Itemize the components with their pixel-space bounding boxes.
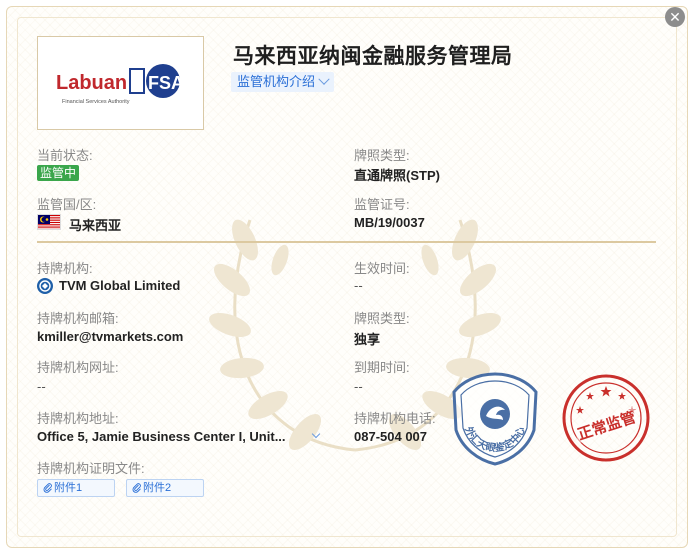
country-value: 马来西亚 (69, 218, 122, 233)
holder-label: 持牌机构: (37, 261, 93, 276)
regulator-title: 马来西亚纳闽金融服务管理局 (233, 45, 513, 68)
license-type-value: 独享 (354, 332, 381, 347)
chevron-down-icon (318, 73, 330, 85)
section-divider (37, 241, 656, 243)
holder-email-label: 持牌机构邮箱: (37, 311, 119, 326)
holder-email-value[interactable]: kmiller@tvmarkets.com (37, 329, 183, 344)
attachment-1-label: 附件1 (54, 482, 83, 494)
malaysia-flag-icon (37, 214, 61, 230)
attachment-2-button[interactable]: 附件2 (126, 479, 204, 497)
holder-address-value: Office 5, Jamie Business Center I, Unit.… (37, 429, 286, 444)
regulator-logo: Labuan FSA Financial Services Authority (37, 36, 204, 130)
attachment-1-button[interactable]: 附件1 (37, 479, 115, 497)
status-label: 当前状态: (37, 148, 93, 163)
expiry-date-label: 到期时间: (354, 360, 410, 375)
paperclip-icon (132, 483, 141, 493)
holder-phone-value: 087-504 007 (354, 429, 428, 444)
license-type-label: 牌照类型: (354, 311, 410, 326)
regulator-intro-dropdown[interactable]: 监管机构介绍 (231, 72, 335, 92)
paperclip-icon (43, 483, 52, 493)
logo-main-text: Labuan (56, 72, 127, 94)
logo-sub-text: Financial Services Authority (62, 99, 130, 105)
close-button[interactable]: ✕ (665, 7, 685, 27)
holder-website-value: -- (37, 379, 46, 394)
license-no-value: MB/19/0037 (354, 215, 425, 230)
intro-label: 监管机构介绍 (237, 74, 316, 89)
effective-date-value: -- (354, 278, 363, 293)
attachment-2-label: 附件2 (143, 482, 172, 494)
holder-website-label: 持牌机构网址: (37, 360, 119, 375)
labuan-fsa-logo-icon: Labuan FSA Financial Services Authority (56, 64, 184, 105)
verification-center-seal-icon: 外汇天眼鉴定中心 (452, 372, 538, 466)
red-seal-text: 正常监管 (575, 408, 638, 444)
documents-label: 持牌机构证明文件: (37, 461, 145, 476)
tvm-logo-icon (37, 278, 53, 294)
license-type-top-label: 牌照类型: (354, 148, 410, 163)
normal-regulation-stamp-icon: 正常监管 (562, 374, 650, 462)
license-no-label: 监管证号: (354, 197, 410, 212)
close-icon: ✕ (669, 9, 681, 25)
license-type-top-value: 直通牌照(STP) (354, 168, 440, 183)
holder-phone-label: 持牌机构电话: (354, 411, 436, 426)
country-label: 监管国/区: (37, 197, 97, 212)
status-badge: 监管中 (37, 165, 80, 181)
logo-badge-text: FSA (148, 73, 184, 93)
expiry-date-value: -- (354, 379, 363, 394)
holder-value: TVM Global Limited (59, 278, 181, 293)
holder-address-label: 持牌机构地址: (37, 411, 119, 426)
effective-date-label: 生效时间: (354, 261, 410, 276)
